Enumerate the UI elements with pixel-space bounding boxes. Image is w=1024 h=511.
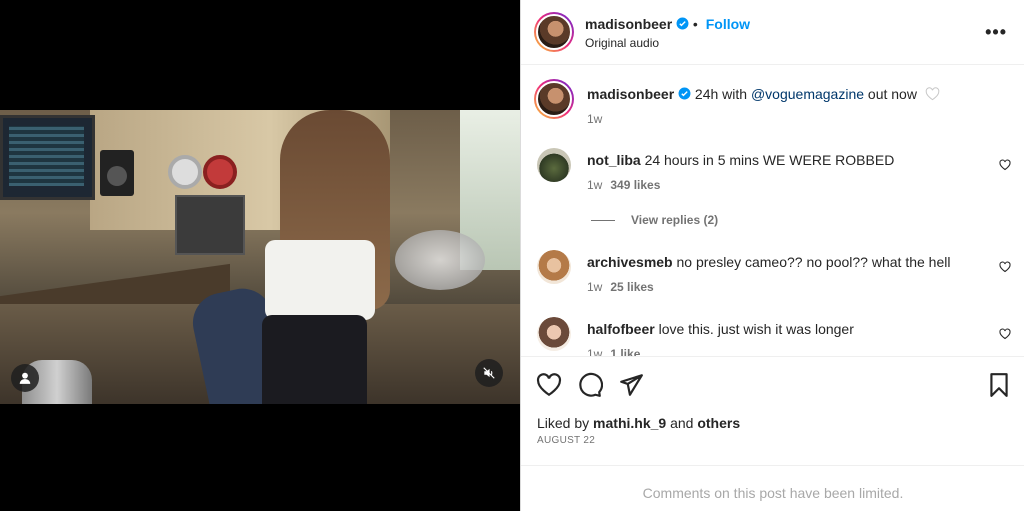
view-replies-label: View replies (2): [631, 213, 719, 227]
comment-username[interactable]: archivesmeb: [587, 254, 673, 270]
post-actions: Liked by mathi.hk_9 and others AUGUST 22…: [521, 356, 1024, 511]
video-scene-monitor: [0, 115, 95, 200]
liked-by-and: and: [666, 415, 698, 431]
verified-badge-icon: [678, 87, 691, 100]
video-scene-reel: [203, 155, 237, 189]
comment-username[interactable]: halfofbeer: [587, 321, 655, 337]
comment-meta: 1w 25 likes: [587, 280, 654, 294]
comment-text: love this. just wish it was longer: [658, 321, 854, 337]
caption-username[interactable]: madisonbeer: [587, 86, 674, 102]
like-heart-icon[interactable]: [536, 372, 562, 398]
mute-button[interactable]: [475, 359, 503, 387]
comment: archivesmeb no presley cameo?? no pool??…: [587, 254, 967, 270]
caption: madisonbeer 24h with @voguemagazine out …: [587, 86, 987, 102]
comments-limited-notice: Comments on this post have been limited.: [521, 465, 1024, 511]
comment-time[interactable]: 1w: [587, 347, 602, 356]
video-scene-person-top: [265, 240, 375, 320]
replies-line: [591, 220, 615, 222]
like-comment-heart-icon[interactable]: [999, 328, 1011, 340]
comment-likes[interactable]: 1 like: [610, 347, 640, 356]
video-player[interactable]: [0, 110, 520, 404]
comment-bubble-icon[interactable]: [577, 372, 603, 398]
more-options-button[interactable]: •••: [985, 22, 1007, 43]
liked-by: Liked by mathi.hk_9 and others: [537, 415, 740, 431]
author-line: madisonbeer • Follow: [585, 16, 750, 32]
comment-text: 24 hours in 5 mins WE WERE ROBBED: [644, 152, 895, 168]
user-icon: [19, 372, 31, 384]
post-header: madisonbeer • Follow Original audio •••: [521, 0, 1024, 65]
comment-time[interactable]: 1w: [587, 178, 602, 192]
author-avatar[interactable]: [534, 12, 574, 52]
video-scene-drums: [395, 230, 485, 290]
caption-text-after: out now: [864, 86, 917, 102]
view-replies-button[interactable]: View replies (2): [591, 213, 718, 227]
like-comment-heart-icon[interactable]: [999, 261, 1011, 273]
comment-avatar[interactable]: [537, 317, 571, 351]
comment: halfofbeer love this. just wish it was l…: [587, 321, 967, 337]
separator-dot: •: [692, 16, 702, 32]
video-scene-reel: [168, 155, 202, 189]
audio-link[interactable]: Original audio: [585, 36, 659, 50]
heart-emoji-icon: [925, 87, 940, 101]
comment-meta: 1w 1 like: [587, 347, 640, 356]
video-scene-speaker: [100, 150, 134, 196]
video-scene-person-legs: [262, 315, 367, 404]
comment-avatar[interactable]: [537, 148, 571, 182]
comment-text: no presley cameo?? no pool?? what the he…: [676, 254, 951, 270]
caption-avatar[interactable]: [534, 79, 574, 119]
comment-likes[interactable]: 25 likes: [610, 280, 653, 294]
like-comment-heart-icon[interactable]: [999, 159, 1011, 171]
caption-timestamp[interactable]: 1w: [587, 112, 602, 126]
follow-button[interactable]: Follow: [706, 16, 750, 32]
verified-badge-icon: [676, 17, 689, 30]
media-panel: [0, 0, 520, 511]
caption-mention-link[interactable]: @voguemagazine: [751, 86, 864, 102]
share-paper-plane-icon[interactable]: [618, 372, 644, 398]
liked-by-user-link[interactable]: mathi.hk_9: [593, 415, 666, 431]
video-scene-tape-deck: [175, 195, 245, 255]
comment: not_liba 24 hours in 5 mins WE WERE ROBB…: [587, 152, 967, 168]
comment-username[interactable]: not_liba: [587, 152, 641, 168]
post-details-panel: madisonbeer • Follow Original audio ••• …: [520, 0, 1024, 511]
audio-muted-icon: [483, 367, 495, 379]
comment-time[interactable]: 1w: [587, 280, 602, 294]
comment-meta: 1w 349 likes: [587, 178, 660, 192]
liked-by-others-link[interactable]: others: [697, 415, 740, 431]
caption-text: 24h with: [694, 86, 751, 102]
save-bookmark-icon[interactable]: [986, 372, 1012, 398]
tagged-users-button[interactable]: [11, 364, 39, 392]
author-username[interactable]: madisonbeer: [585, 16, 672, 32]
comments-list[interactable]: madisonbeer 24h with @voguemagazine out …: [521, 66, 1024, 356]
post-date[interactable]: AUGUST 22: [537, 435, 595, 446]
liked-by-prefix: Liked by: [537, 415, 594, 431]
comment-avatar[interactable]: [537, 250, 571, 284]
comment-likes[interactable]: 349 likes: [610, 178, 660, 192]
